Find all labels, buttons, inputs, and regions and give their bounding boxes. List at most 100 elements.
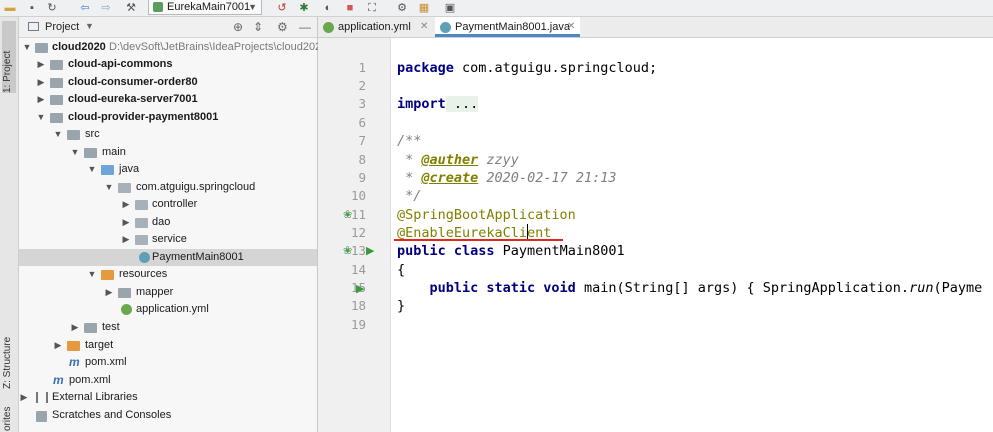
stop-icon[interactable]: ■ — [344, 2, 356, 14]
tree-row[interactable]: ▼ java — [19, 161, 317, 178]
run-configuration-select[interactable]: EurekaMain7001 ▼ — [148, 0, 262, 15]
tree-row[interactable]: ▶ cloud-consumer-order80 — [19, 74, 317, 91]
tree-label: mapper — [136, 286, 174, 298]
tree-label: service — [152, 233, 187, 245]
locate-icon[interactable]: ⊕ — [233, 20, 243, 34]
wrench-icon[interactable]: ⚙ — [396, 2, 408, 14]
chevron-down-icon[interactable]: ▼ — [22, 39, 32, 56]
open-folder-icon[interactable]: ▬ — [4, 2, 16, 14]
tree-row[interactable]: ▶ External Libraries — [19, 389, 317, 406]
tree-row[interactable]: ▶ cloud-api-commons — [19, 56, 317, 73]
collapse-icon[interactable]: ⇕ — [253, 20, 263, 34]
package-icon — [135, 218, 148, 228]
forward-arrow-icon[interactable]: ⇨ — [100, 2, 112, 14]
tree-row-cloud2020[interactable]: ▼ cloud2020 D:\devSoft\JetBrains\IdeaPro… — [19, 39, 321, 56]
tree-row[interactable]: ▶ service — [19, 231, 317, 248]
tree-row[interactable]: ▶ cloud-eureka-server7001 — [19, 91, 317, 108]
tab-structure[interactable]: Z: Structure — [2, 317, 16, 389]
line-number: 3 — [358, 96, 366, 111]
tree-row[interactable]: ▶ controller — [19, 196, 317, 213]
chevron-down-icon[interactable]: ▼ — [85, 21, 94, 31]
run-icon[interactable]: ▶ — [366, 244, 374, 257]
coverage-icon[interactable]: ◐ — [322, 2, 334, 14]
project-view-icon — [28, 22, 39, 31]
scratches-icon — [36, 411, 47, 422]
tree-row[interactable]: ▶ test — [19, 319, 317, 336]
code-line: */ — [397, 188, 422, 204]
yml-file-icon — [121, 304, 132, 315]
tree-row[interactable]: m pom.xml — [19, 372, 317, 389]
tab-favorites[interactable]: orites — [2, 401, 16, 431]
attach-icon[interactable]: ⛶ — [366, 2, 378, 14]
tree-row[interactable]: ▶ mapper — [19, 284, 317, 301]
build-icon[interactable]: ⚒ — [125, 2, 137, 14]
code-line: /** — [397, 133, 422, 149]
folder-icon — [67, 130, 80, 140]
tree-row-selected[interactable]: PaymentMain8001 — [19, 249, 317, 266]
chevron-right-icon[interactable]: ▶ — [104, 284, 114, 301]
package-icon — [118, 183, 131, 193]
folded-imports[interactable]: ... — [445, 96, 479, 112]
project-panel-title[interactable]: Project — [45, 21, 79, 33]
tree-row[interactable]: ▶ target — [19, 337, 317, 354]
excluded-folder-icon — [67, 341, 80, 351]
chevron-right-icon[interactable]: ▶ — [70, 319, 80, 336]
tree-label: cloud-eureka-server7001 — [68, 93, 198, 105]
gear-icon[interactable]: ⚙ — [277, 20, 288, 34]
maven-file-icon: m — [69, 355, 80, 369]
rerun-icon[interactable]: ↺ — [276, 2, 288, 14]
chevron-down-icon[interactable]: ▼ — [87, 266, 97, 283]
tree-row[interactable]: ▼ resources — [19, 266, 317, 283]
sdk-icon[interactable]: ▣ — [444, 2, 456, 14]
chevron-right-icon[interactable]: ▶ — [36, 91, 46, 108]
chevron-down-icon[interactable]: ▼ — [36, 109, 46, 126]
save-icon[interactable]: ▪ — [26, 2, 38, 14]
code-keyword: import — [397, 96, 446, 112]
chevron-right-icon[interactable]: ▶ — [121, 214, 131, 231]
tree-row[interactable]: ▼ src — [19, 126, 317, 143]
chevron-right-icon[interactable]: ▶ — [36, 74, 46, 91]
code-line: * @create 2020-02-17 21:13 — [397, 169, 616, 187]
tab-project[interactable]: 1: Project — [2, 21, 16, 93]
chevron-right-icon[interactable]: ▶ — [53, 337, 63, 354]
sync-icon[interactable]: ↻ — [46, 2, 58, 14]
chevron-down-icon[interactable]: ▼ — [53, 126, 63, 143]
project-structure-icon[interactable]: ▦ — [418, 2, 430, 14]
code-text: * — [397, 152, 422, 168]
tree-row[interactable]: ▼ com.atguigu.springcloud — [19, 179, 317, 196]
spring-class-icon — [440, 22, 451, 33]
code-line: } — [397, 298, 406, 314]
close-icon[interactable]: ✕ — [567, 17, 575, 37]
line-number: 6 — [358, 115, 366, 130]
tree-row[interactable]: m pom.xml — [19, 354, 317, 371]
chevron-down-icon[interactable]: ▼ — [87, 161, 97, 178]
chevron-right-icon[interactable]: ▶ — [36, 56, 46, 73]
spring-bean-icon[interactable]: ❀ — [343, 244, 352, 257]
chevron-down-icon[interactable]: ▼ — [70, 144, 80, 161]
run-icon[interactable]: ▶ — [356, 282, 364, 295]
tab-label: PaymentMain8001.java — [455, 21, 570, 33]
tree-row[interactable]: Scratches and Consoles — [19, 407, 317, 424]
tree-row[interactable]: ▼ cloud-provider-payment8001 — [19, 109, 317, 126]
hide-icon[interactable]: — — [299, 20, 311, 34]
code-text: PaymentMain8001 — [494, 243, 625, 259]
tab-paymentmain8001-java[interactable]: PaymentMain8001.java ✕ — [435, 17, 580, 37]
tree-row[interactable]: ▶ dao — [19, 214, 317, 231]
line-number: 13 — [350, 243, 366, 258]
back-arrow-icon[interactable]: ⇦ — [79, 2, 91, 14]
line-number: 18 — [350, 298, 366, 313]
chevron-down-icon[interactable]: ▼ — [104, 179, 114, 196]
tree-row[interactable]: application.yml — [19, 301, 317, 318]
chevron-right-icon[interactable]: ▶ — [121, 231, 131, 248]
chevron-right-icon[interactable]: ▶ — [19, 389, 29, 406]
close-icon[interactable]: ✕ — [420, 17, 428, 37]
tree-row[interactable]: ▼ main — [19, 144, 317, 161]
tab-application-yml[interactable]: application.yml ✕ — [318, 17, 434, 37]
code-keyword: package — [397, 60, 454, 76]
tree-label: java — [119, 163, 140, 175]
spring-bean-icon[interactable]: ❀ — [343, 208, 352, 221]
chevron-right-icon[interactable]: ▶ — [121, 196, 131, 213]
maven-file-icon: m — [53, 373, 64, 387]
left-tool-strip: 1: Project Z: Structure orites — [0, 17, 19, 432]
debug-icon[interactable]: ✱ — [298, 2, 310, 14]
